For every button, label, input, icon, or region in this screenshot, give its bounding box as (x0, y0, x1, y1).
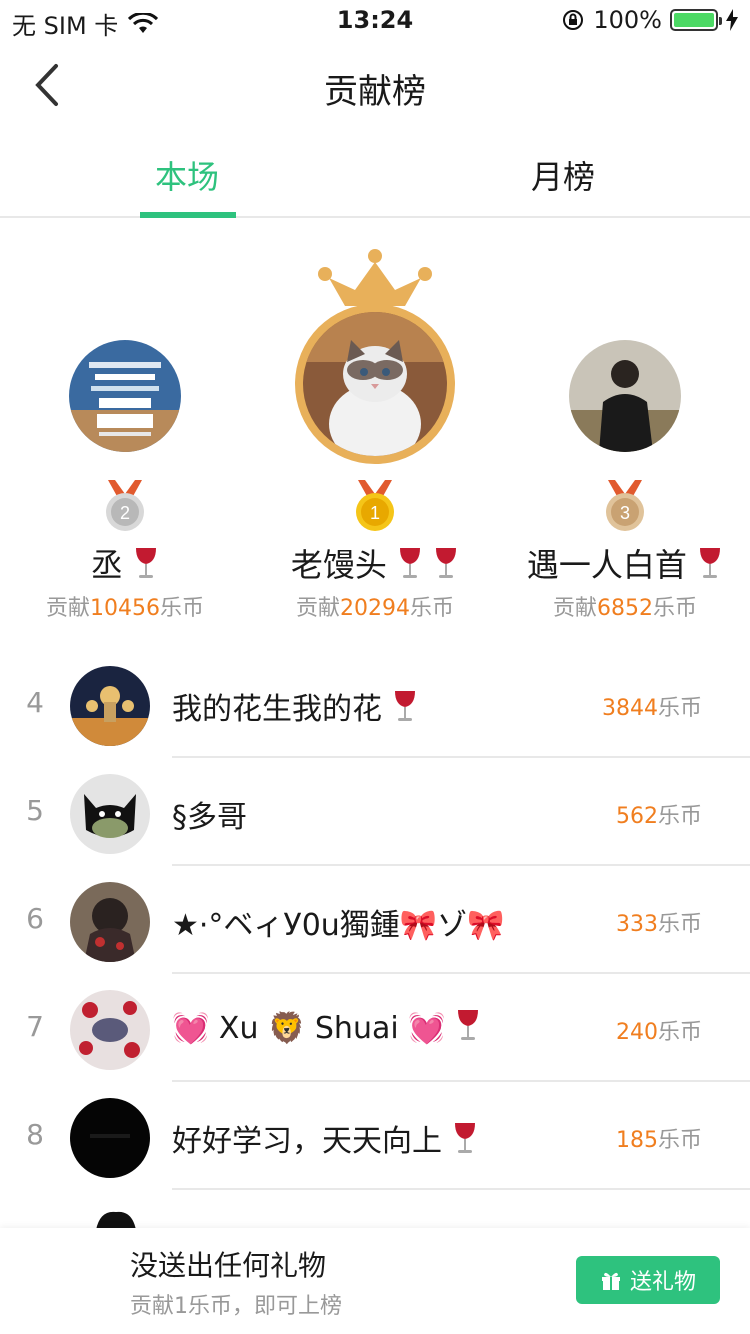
bronze-medal-icon: 3 (606, 480, 644, 531)
rank-score: 333乐币 (615, 912, 702, 937)
wine-glass-icon (400, 548, 420, 578)
rank-name: 💓 Xu 🦁 Shuai 💓 (172, 1008, 481, 1046)
svg-text:1: 1 (370, 503, 380, 523)
svg-text:3: 3 (620, 503, 630, 523)
avatar[interactable] (70, 774, 150, 854)
rank-number: 5 (26, 794, 44, 827)
charging-icon (726, 9, 738, 31)
podium-third[interactable]: 3 遇一人白首 贡献6852乐币 (500, 218, 750, 638)
footer-hint: 贡献1乐币，即可上榜 (130, 1294, 342, 1319)
page-title: 贡献榜 (324, 72, 426, 112)
rank-score: 240乐币 (615, 1020, 702, 1045)
crown-icon (318, 249, 432, 306)
rank-name: §多哥 (172, 800, 247, 835)
tab-bar: 本场 月榜 (0, 130, 750, 218)
rank-score: 562乐币 (615, 804, 702, 829)
footer-bar: 没送出任何礼物 贡献1乐币，即可上榜 送礼物 (0, 1228, 750, 1334)
list-item[interactable]: 5 §多哥 562乐币 (0, 758, 750, 866)
gold-medal-icon: 1 (356, 480, 394, 531)
list-item[interactable]: 4 我的花生我的花 3844乐币 (0, 650, 750, 758)
wine-glass-icon (458, 1010, 479, 1040)
avatar[interactable] (70, 882, 150, 962)
avatar[interactable] (70, 666, 150, 746)
silver-medal-icon: 2 (106, 480, 144, 531)
podium-contribution: 贡献10456乐币 (45, 596, 205, 621)
avatar[interactable] (70, 990, 150, 1070)
avatar[interactable] (303, 312, 447, 456)
avatar-ring (295, 304, 455, 464)
podium-name: 丞 (0, 540, 250, 586)
rank-score: 3844乐币 (601, 696, 702, 721)
tab-this-show[interactable]: 本场 (87, 152, 287, 198)
rank-name: ★·°ベィУ0u獨鍾🎀ゾ🎀 (172, 908, 505, 943)
wine-glass-icon (436, 548, 457, 578)
gift-icon (601, 1272, 620, 1290)
wine-glass-icon (394, 691, 415, 721)
avatar[interactable] (69, 340, 181, 452)
wine-glass-icon (700, 548, 721, 578)
wine-glass-icon (454, 1123, 475, 1153)
footer-status: 没送出任何礼物 (130, 1249, 327, 1282)
rank-number: 7 (26, 1010, 44, 1043)
podium-contribution: 贡献6852乐币 (552, 596, 698, 621)
list-item[interactable]: 7 💓 Xu 🦁 Shuai 💓 240乐币 (0, 974, 750, 1082)
status-right: 100% (561, 6, 738, 34)
wine-glass-icon (136, 548, 157, 578)
battery-level (674, 13, 714, 27)
podium-name: 遇一人白首 (500, 540, 750, 586)
avatar[interactable] (569, 340, 681, 452)
send-gift-label: 送礼物 (629, 1270, 696, 1295)
top-three-podium: 2 丞 贡献10456乐币 1 老馒头 贡献20294乐币 3 遇一人白首 贡献… (0, 218, 750, 638)
avatar (90, 1206, 140, 1230)
send-gift-button[interactable]: 送礼物 (576, 1256, 720, 1304)
nav-bar: 贡献榜 (0, 40, 750, 130)
rank-name: 我的花生我的花 (172, 684, 418, 728)
avatar[interactable] (70, 1098, 150, 1178)
status-bar: 无 SIM 卡 13:24 100% (0, 0, 750, 40)
podium-contribution: 贡献20294乐币 (295, 596, 455, 621)
list-item[interactable]: 6 ★·°ベィУ0u獨鍾🎀ゾ🎀 333乐币 (0, 866, 750, 974)
list-item[interactable]: 8 好好学习，天天向上 185乐币 (0, 1082, 750, 1190)
rank-name: 好好学习，天天向上 (172, 1116, 478, 1160)
podium-second[interactable]: 2 丞 贡献10456乐币 (0, 218, 250, 638)
svg-text:2: 2 (120, 503, 130, 523)
rotation-lock-icon (563, 10, 584, 30)
rank-number: 6 (26, 902, 44, 935)
battery-percent: 100% (593, 6, 662, 34)
podium-first[interactable]: 1 老馒头 贡献20294乐币 (250, 218, 500, 638)
battery-icon (670, 9, 722, 31)
podium-name: 老馒头 (250, 540, 500, 586)
divider (172, 1188, 750, 1190)
rank-number: 4 (26, 686, 44, 719)
rank-number: 8 (26, 1118, 44, 1151)
rank-score: 185乐币 (615, 1128, 702, 1153)
tab-monthly[interactable]: 月榜 (463, 152, 663, 198)
